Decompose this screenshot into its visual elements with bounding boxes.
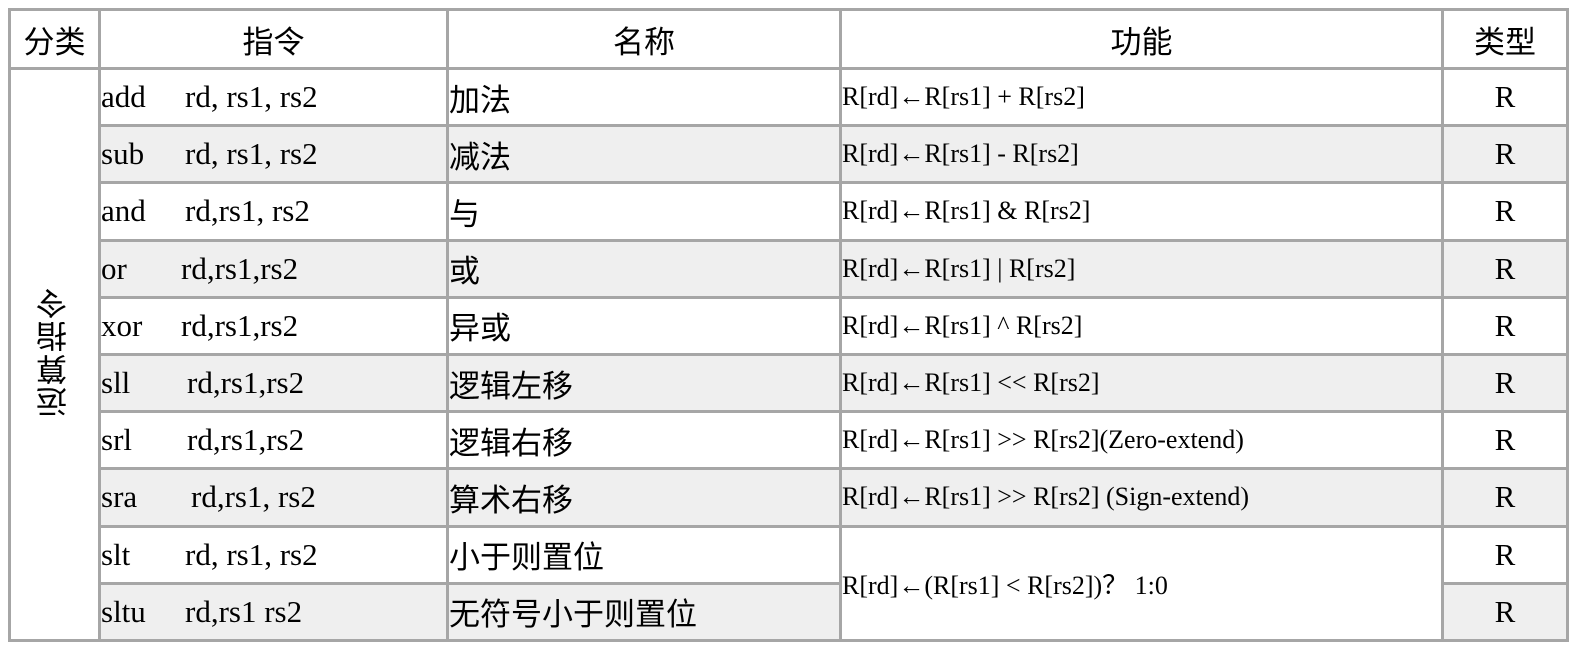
category-label: 运算指令 xyxy=(37,286,73,418)
type-cell: R xyxy=(1441,410,1569,471)
type-cell: R xyxy=(1441,295,1569,356)
mnemonic: sll xyxy=(101,365,131,401)
name-cell: 与 xyxy=(446,181,842,242)
name-cell: 减法 xyxy=(446,124,842,185)
header-type: 类型 xyxy=(1441,8,1569,70)
function-cell: R[rd]←R[rs1] >> R[rs2](Zero-extend) xyxy=(839,410,1444,471)
operands: rd,rs1, rs2 xyxy=(191,479,316,515)
type-cell: R xyxy=(1441,581,1569,643)
operands: rd, rs1, rs2 xyxy=(185,136,318,172)
header-row: 分类 指令 名称 功能 类型 xyxy=(8,8,1569,70)
instruction-cell: sll rd,rs1,rs2 xyxy=(98,352,449,414)
operands: rd,rs1 rs2 xyxy=(185,593,303,629)
instruction-cell: and rd,rs1, rs2 xyxy=(98,181,449,242)
type-cell: R xyxy=(1441,124,1569,185)
type-cell: R xyxy=(1441,352,1569,414)
instruction-cell: or rd,rs1,rs2 xyxy=(98,238,449,299)
instruction-cell: xor rd,rs1,rs2 xyxy=(98,295,449,356)
operands: rd,rs1, rs2 xyxy=(185,193,310,229)
type-cell: R xyxy=(1441,467,1569,528)
name-cell: 无符号小于则置位 xyxy=(446,581,842,643)
function-cell: R[rd]←R[rs1] + R[rs2] xyxy=(839,66,1444,128)
instruction-cell: sltu rd,rs1 rs2 xyxy=(98,581,449,643)
table-row: and rd,rs1, rs2 与 R[rd]←R[rs1] & R[rs2] R xyxy=(10,181,1569,242)
function-cell: R[rd]←R[rs1] ^ R[rs2] xyxy=(839,295,1444,356)
instruction-cell: add rd, rs1, rs2 xyxy=(98,66,449,128)
function-cell: R[rd]←R[rs1] << R[rs2] xyxy=(839,352,1444,414)
name-cell: 加法 xyxy=(446,66,842,128)
name-cell: 逻辑右移 xyxy=(446,410,842,471)
operands: rd,rs1,rs2 xyxy=(187,422,305,458)
header-name: 名称 xyxy=(446,8,842,70)
type-cell: R xyxy=(1441,181,1569,242)
mnemonic: sltu xyxy=(101,593,146,629)
table-row: sub rd, rs1, rs2 减法 R[rd]←R[rs1] - R[rs2]… xyxy=(10,124,1569,185)
table-row: sra rd,rs1, rs2 算术右移 R[rd]←R[rs1] >> R[rs… xyxy=(10,467,1569,528)
header-function: 功能 xyxy=(839,8,1444,70)
type-cell: R xyxy=(1441,238,1569,299)
mnemonic: add xyxy=(101,79,146,115)
table-row: srl rd,rs1,rs2 逻辑右移 R[rd]←R[rs1] >> R[rs2… xyxy=(10,410,1569,471)
operands: rd, rs1, rs2 xyxy=(185,536,318,572)
name-cell: 小于则置位 xyxy=(446,524,842,585)
function-cell: R[rd]←R[rs1] >> R[rs2] (Sign-extend) xyxy=(839,467,1444,528)
instruction-cell: srl rd,rs1,rs2 xyxy=(98,410,449,471)
function-cell: R[rd]←R[rs1] - R[rs2] xyxy=(839,124,1444,185)
mnemonic: sra xyxy=(101,479,138,515)
function-cell-merged: R[rd]←(R[rs1] < R[rs2])？ 1:0 xyxy=(839,524,1444,642)
instruction-table: 分类 指令 名称 功能 类型 运算指令 add rd, rs1, rs2 加法 R… xyxy=(8,8,1569,643)
name-cell: 算术右移 xyxy=(446,467,842,528)
mnemonic: sub xyxy=(101,136,145,172)
type-cell: R xyxy=(1441,524,1569,585)
operands: rd, rs1, rs2 xyxy=(185,79,318,115)
operands: rd,rs1,rs2 xyxy=(187,365,305,401)
mnemonic: slt xyxy=(101,536,131,572)
function-cell: R[rd]←R[rs1] & R[rs2] xyxy=(839,181,1444,242)
category-cell: 运算指令 xyxy=(8,67,101,642)
table-row: sll rd,rs1,rs2 逻辑左移 R[rd]←R[rs1] << R[rs2… xyxy=(10,352,1569,414)
header-instruction: 指令 xyxy=(98,8,449,70)
instruction-cell: sra rd,rs1, rs2 xyxy=(98,467,449,528)
operands: rd,rs1,rs2 xyxy=(181,307,299,343)
function-cell: R[rd]←R[rs1] | R[rs2] xyxy=(839,238,1444,299)
name-cell: 或 xyxy=(446,238,842,299)
operands: rd,rs1,rs2 xyxy=(181,250,299,286)
table-row: slt rd, rs1, rs2 小于则置位 R[rd]←(R[rs1] < R[… xyxy=(10,524,1569,642)
instruction-cell: slt rd, rs1, rs2 xyxy=(98,524,449,585)
mnemonic: xor xyxy=(101,307,143,343)
table-row: 运算指令 add rd, rs1, rs2 加法 R[rd]←R[rs1] + R… xyxy=(8,66,1569,642)
instruction-cell: sub rd, rs1, rs2 xyxy=(98,124,449,185)
name-cell: 异或 xyxy=(446,295,842,356)
type-cell: R xyxy=(1441,66,1569,128)
mnemonic: srl xyxy=(101,422,133,458)
mnemonic: or xyxy=(101,250,127,286)
name-cell: 逻辑左移 xyxy=(446,352,842,414)
table-row: xor rd,rs1,rs2 异或 R[rd]←R[rs1] ^ R[rs2] R xyxy=(10,295,1569,356)
table-row: or rd,rs1,rs2 或 R[rd]←R[rs1] | R[rs2] R xyxy=(10,238,1569,299)
header-category: 分类 xyxy=(8,8,101,70)
mnemonic: and xyxy=(101,193,146,229)
